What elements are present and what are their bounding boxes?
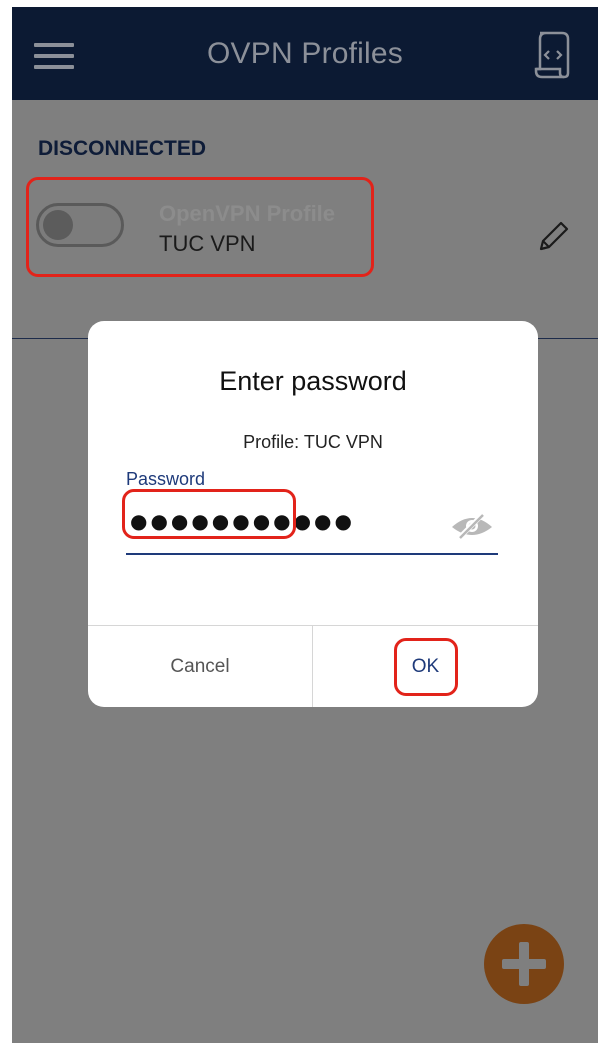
dialog-title: Enter password [219,366,407,396]
pencil-icon[interactable] [533,217,573,257]
plus-icon [502,942,546,986]
profile-row[interactable]: OpenVPN Profile TUC VPN [12,173,598,279]
password-input[interactable]: ●●●●●●●●●●● [122,489,498,555]
toggle-knob [43,210,73,240]
app-bar: OVPN Profiles [12,7,598,100]
profile-name: TUC VPN [159,231,256,256]
app-title: OVPN Profiles [207,37,403,70]
password-dialog: Enter password Profile: TUC VPN Password… [88,321,538,707]
app-screen: OVPN Profiles DISCONNECTED OpenVPN Profi… [12,7,598,1043]
cancel-button[interactable]: Cancel [88,626,312,707]
connection-toggle[interactable] [36,203,124,247]
import-file-icon[interactable] [532,29,572,79]
dialog-subtitle: Profile: TUC VPN [243,432,383,452]
password-field-label: Password [126,469,206,489]
password-highlight-box [122,489,296,539]
eye-slash-icon[interactable] [450,511,494,541]
dialog-actions: Cancel OK [88,625,538,707]
add-profile-button[interactable] [484,924,564,1004]
connection-status-label: DISCONNECTED [38,137,207,160]
ok-highlight-box [394,638,458,696]
profile-type-label: OpenVPN Profile [159,201,336,226]
